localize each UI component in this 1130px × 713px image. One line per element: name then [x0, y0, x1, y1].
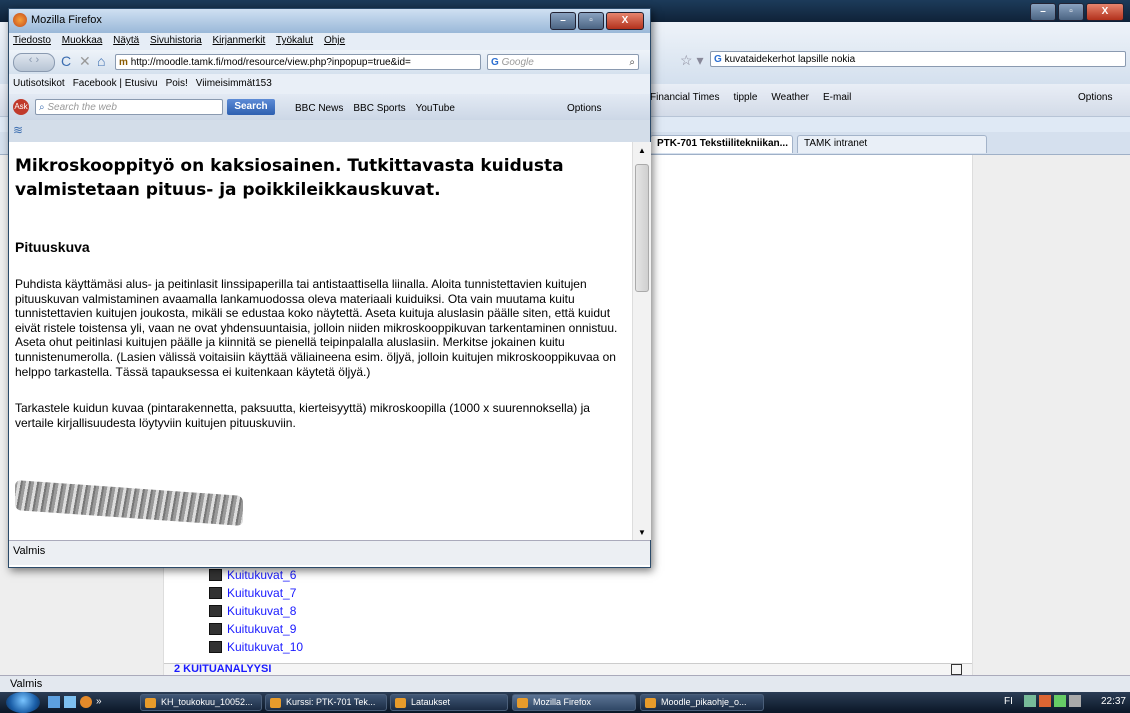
kuitukuvat-list: Kuitukuvat_6 Kuitukuvat_7 Kuitukuvat_8 K… — [209, 566, 303, 656]
url-bar[interactable]: m http://moodle.tamk.fi/mod/resource/vie… — [115, 54, 481, 70]
clock[interactable]: 22:37 — [1101, 696, 1126, 707]
subheading: Pituuskuva — [15, 239, 90, 255]
switch-windows-icon[interactable] — [64, 696, 76, 708]
image-icon — [209, 587, 222, 599]
image-icon — [209, 605, 222, 617]
tab-tamk-intranet[interactable]: TAMK intranet — [797, 135, 987, 153]
firefox-quicklaunch-icon[interactable] — [80, 696, 92, 708]
volume-icon[interactable] — [1069, 695, 1081, 707]
minimize-button[interactable]: – — [1030, 3, 1056, 21]
taskbar-button[interactable]: Kurssi: PTK-701 Tek... — [265, 694, 387, 711]
fiber-micrograph-image — [15, 480, 243, 526]
ask-toolbar-secondary: ≋ — [9, 120, 650, 143]
menu-kirjanmerkit[interactable]: Kirjanmerkit — [213, 35, 266, 46]
tab-ptk701[interactable]: PTK-701 Tekstiilitekniikan... — [650, 135, 793, 153]
menu-nayta[interactable]: Näytä — [113, 35, 139, 46]
stop-icon[interactable]: ✕ — [79, 53, 91, 70]
kuitukuvat-link[interactable]: Kuitukuvat_8 — [209, 602, 303, 620]
bookmark-pois[interactable]: Pois! — [166, 78, 188, 89]
reload-icon[interactable]: C — [61, 53, 71, 69]
popup-title-bar: Mozilla Firefox – ▫ X — [9, 9, 650, 33]
bbc-news-button[interactable]: BBC News — [295, 103, 343, 114]
language-indicator[interactable]: FI — [1004, 696, 1013, 707]
bookmark-uutisotsikot[interactable]: Uutisotsikot — [13, 78, 65, 89]
start-button[interactable] — [6, 692, 40, 713]
search-icon: ⌕ — [39, 102, 45, 113]
site-favicon: m — [119, 57, 128, 68]
popup-search-input[interactable]: G Google ⌕ — [487, 54, 639, 70]
quick-launch: » — [48, 696, 102, 708]
scroll-up-icon[interactable]: ▲ — [638, 146, 646, 155]
popup-content: Mikroskooppityö on kaksiosainen. Tutkitt… — [9, 142, 632, 540]
wifi-icon[interactable]: ≋ — [13, 123, 23, 137]
background-toolbar-items: Financial Times tipple Weather E-mail — [650, 92, 851, 103]
popup-options-button[interactable]: Options — [567, 103, 601, 114]
image-icon — [209, 569, 222, 581]
popup-window: Mozilla Firefox – ▫ X Tiedosto Muokkaa N… — [8, 8, 651, 568]
bookmark-viimeisimmat[interactable]: Viimeisimmät153 — [196, 78, 272, 89]
background-search-input[interactable]: G kuvataidekerhot lapsille nokia — [710, 51, 1126, 67]
scroll-down-icon[interactable]: ▼ — [638, 528, 646, 537]
popup-status-bar: Valmis — [9, 540, 650, 565]
kuitukuvat-link[interactable]: Kuitukuvat_7 — [209, 584, 303, 602]
email-button[interactable]: E-mail — [823, 92, 851, 103]
page-heading: Mikroskooppityö on kaksiosainen. Tutkitt… — [15, 156, 564, 200]
background-options-button[interactable]: Options — [1078, 92, 1112, 103]
google-icon: G — [491, 57, 499, 68]
update-icon[interactable] — [1054, 695, 1066, 707]
popup-scrollbar[interactable]: ▲ ▼ — [632, 142, 651, 540]
taskbar-button[interactable]: Lataukset — [390, 694, 508, 711]
maximize-button[interactable]: ▫ — [1058, 3, 1084, 21]
taskbar-button[interactable]: Moodle_pikaohje_o... — [640, 694, 764, 711]
menu-sivuhistoria[interactable]: Sivuhistoria — [150, 35, 202, 46]
popup-window-controls: – ▫ X — [550, 12, 644, 30]
kuitukuvat-link[interactable]: Kuitukuvat_6 — [209, 566, 303, 584]
menu-ohje[interactable]: Ohje — [324, 35, 345, 46]
network-icon[interactable] — [1024, 695, 1036, 707]
weather-button[interactable]: Weather — [771, 92, 809, 103]
popup-minimize-button[interactable]: – — [550, 12, 576, 30]
firefox-logo-icon — [13, 13, 27, 27]
search-icon[interactable]: ⌕ — [629, 55, 635, 69]
close-button[interactable]: X — [1086, 3, 1124, 21]
ask-toolbar: Ask ⌕ Search the web Search BBC News BBC… — [9, 94, 650, 120]
background-status-bar: Valmis — [0, 675, 1130, 692]
popup-menu-bar: Tiedosto Muokkaa Näytä Sivuhistoria Kirj… — [9, 33, 650, 50]
system-tray — [1024, 695, 1081, 707]
chevron-icon[interactable]: » — [96, 696, 102, 708]
bookmark-facebook[interactable]: Facebook | Etusivu — [73, 78, 158, 89]
ask-search-input[interactable]: ⌕ Search the web — [35, 99, 223, 115]
image-icon — [209, 623, 222, 635]
back-forward-button[interactable]: ‹ › — [13, 53, 55, 72]
bookmark-star-icon[interactable]: ☆ ▾ — [680, 52, 703, 69]
paragraph-1: Puhdista käyttämäsi alus- ja peitinlasit… — [15, 277, 618, 379]
home-icon[interactable]: ⌂ — [97, 53, 105, 69]
kuitukuvat-link[interactable]: Kuitukuvat_9 — [209, 620, 303, 638]
taskbar: » KH_toukokuu_10052... Kurssi: PTK-701 T… — [0, 692, 1130, 713]
youtube-button[interactable]: YouTube — [416, 103, 455, 114]
scrollbar-thumb[interactable] — [635, 164, 649, 292]
security-icon[interactable] — [1039, 695, 1051, 707]
paragraph-2: Tarkastele kuidun kuvaa (pintarakennetta… — [15, 401, 590, 430]
ask-search-button[interactable]: Search — [227, 99, 275, 115]
popup-maximize-button[interactable]: ▫ — [578, 12, 604, 30]
tipple-button[interactable]: tipple — [733, 92, 757, 103]
popup-bookmarks-bar: Uutisotsikot Facebook | Etusivu Pois! Vi… — [9, 74, 650, 94]
kuitukuvat-link[interactable]: Kuitukuvat_10 — [209, 638, 303, 656]
popup-nav-bar: ‹ › C ✕ ⌂ m http://moodle.tamk.fi/mod/re… — [9, 50, 650, 74]
google-icon: G — [714, 54, 722, 65]
menu-tyokalut[interactable]: Työkalut — [276, 35, 313, 46]
menu-tiedosto[interactable]: Tiedosto — [13, 35, 51, 46]
menu-muokkaa[interactable]: Muokkaa — [62, 35, 103, 46]
taskbar-button-active[interactable]: Mozilla Firefox — [512, 694, 636, 711]
background-window-controls: – ▫ X — [1030, 3, 1124, 21]
collapse-box-icon[interactable] — [951, 664, 962, 675]
popup-close-button[interactable]: X — [606, 12, 644, 30]
financial-times-button[interactable]: Financial Times — [650, 92, 719, 103]
show-desktop-icon[interactable] — [48, 696, 60, 708]
taskbar-button[interactable]: KH_toukokuu_10052... — [140, 694, 262, 711]
ask-logo-icon: Ask — [13, 99, 29, 115]
image-icon — [209, 641, 222, 653]
bbc-sports-button[interactable]: BBC Sports — [353, 103, 405, 114]
